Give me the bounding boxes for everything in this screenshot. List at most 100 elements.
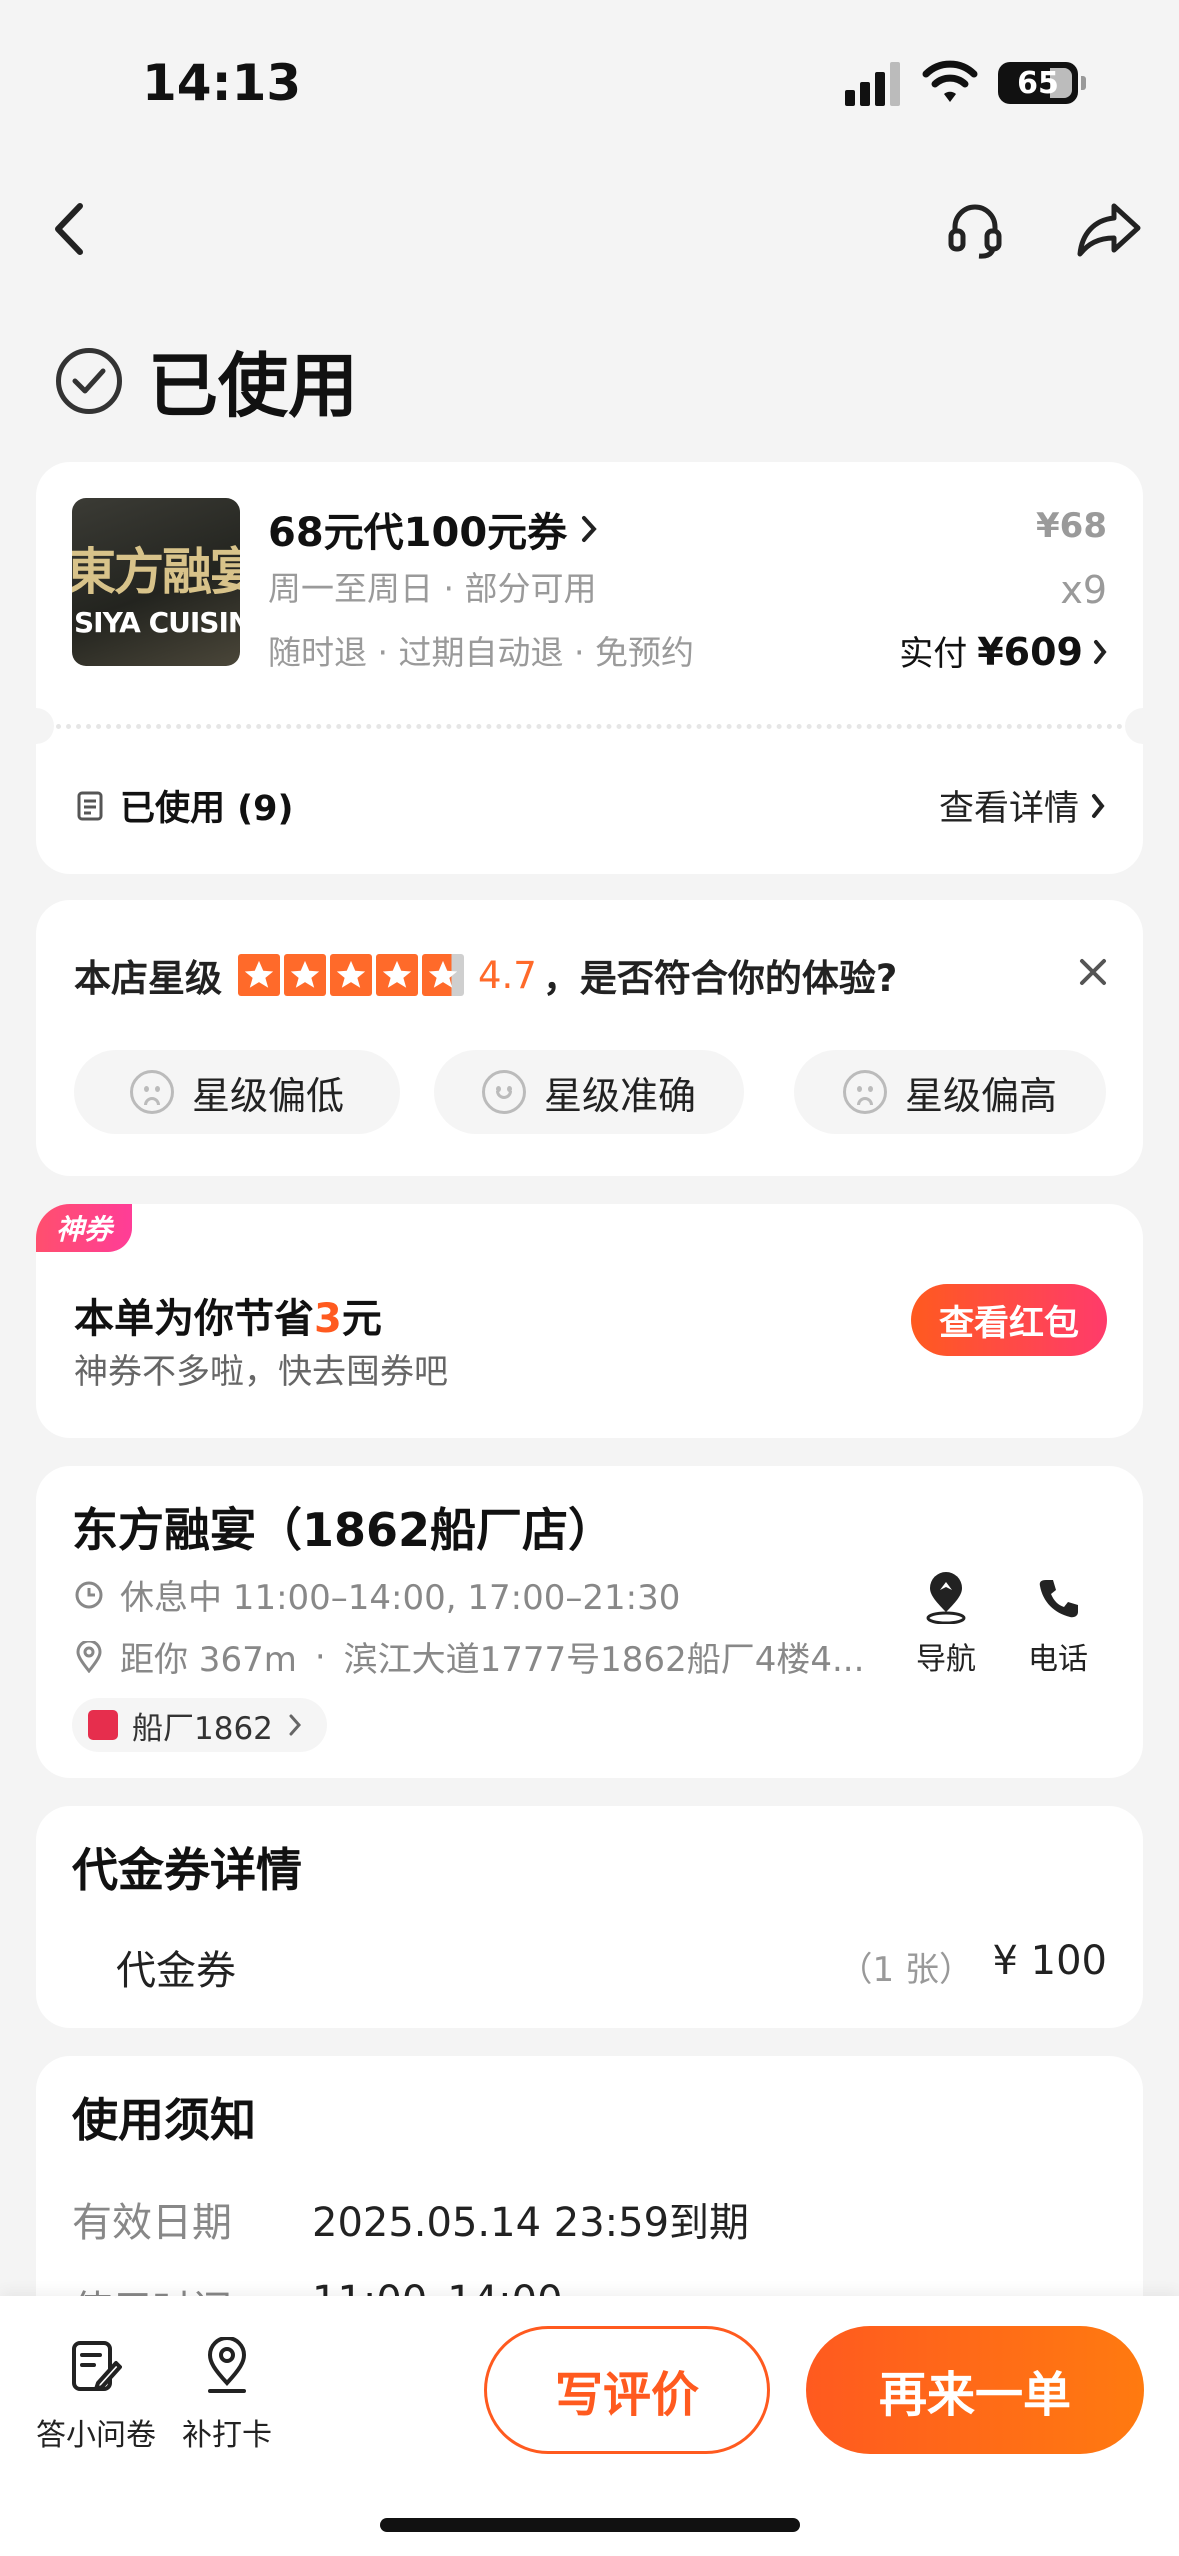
store-name: 东方融宴（1862船厂店） — [72, 1503, 615, 1557]
chevron-right-icon — [1092, 793, 1105, 818]
paid-amount: ¥609 — [977, 630, 1083, 674]
chevron-right-icon — [582, 516, 597, 542]
rating-feedback-card: 本店星级 4.7 ，是否符合你的体验? 星级偏低 星级准确 星级偏高 — [36, 900, 1143, 1176]
star-icon — [376, 954, 418, 996]
voucher-item-amount: ¥ 100 — [992, 1938, 1107, 1984]
rating-low-label: 星级偏低 — [191, 1073, 344, 1118]
used-label: 已使用 (9) — [120, 789, 294, 829]
chevron-right-icon — [289, 1714, 301, 1736]
reorder-button[interactable]: 再来一单 — [806, 2326, 1144, 2454]
document-icon — [77, 791, 103, 820]
clock-icon — [72, 1578, 106, 1612]
navigate-label: 导航 — [916, 1642, 976, 1677]
savings-title: 本单为你节省3元 — [74, 1286, 382, 1344]
star-icon — [284, 954, 326, 996]
rating-high-button[interactable]: 星级偏高 — [794, 1050, 1106, 1134]
star-icon — [238, 954, 280, 996]
back-icon[interactable] — [44, 196, 94, 262]
voucher-item-name: 代金券 — [116, 1948, 236, 1994]
store-address: 距你 367m · 滨江大道1777号1862船厂4楼4... — [72, 1632, 864, 1681]
order-status-heading: 已使用 — [56, 330, 358, 431]
store-thumbnail[interactable]: 東方融宴 SIYA CUISINE — [72, 498, 240, 666]
thumbnail-logo-text: 東方融宴 — [72, 542, 240, 601]
checkin-label: 补打卡 — [182, 2418, 272, 2453]
checkin-button[interactable]: 补打卡 — [182, 2336, 272, 2454]
rating-low-button[interactable]: 星级偏低 — [74, 1050, 400, 1134]
store-address-text: 滨江大道1777号1862船厂4楼4... — [343, 1640, 865, 1680]
share-icon[interactable] — [1072, 196, 1146, 262]
view-red-packet-button[interactable]: 查看红包 — [911, 1284, 1107, 1356]
rating-accurate-label: 星级准确 — [543, 1073, 696, 1118]
rating-high-label: 星级偏高 — [904, 1073, 1057, 1118]
location-pin-icon — [72, 1640, 106, 1674]
thumbnail-logo-subtext: SIYA CUISINE — [74, 606, 240, 639]
quantity: x9 — [1060, 568, 1107, 612]
navigate-button[interactable]: 导航 — [898, 1572, 994, 1678]
sad-face-icon — [129, 1070, 174, 1114]
survey-button[interactable]: 答小问卷 — [36, 2336, 156, 2454]
view-details-link[interactable]: 查看详情 — [939, 780, 1105, 831]
customer-service-icon[interactable] — [940, 196, 1010, 262]
voucher-item-qty: （1 张） — [838, 1950, 973, 1990]
battery-level: 65 — [1017, 65, 1059, 101]
ticket-notch — [1125, 708, 1161, 744]
location-checkin-icon — [202, 2336, 252, 2398]
call-label: 电话 — [1028, 1642, 1088, 1677]
bottom-action-bar: 答小问卷 补打卡 写评价 再来一单 — [0, 2296, 1179, 2556]
star-icon — [330, 954, 372, 996]
savings-amount: 3 — [314, 1296, 342, 1342]
page-title: 已使用 — [148, 345, 358, 427]
product-policies: 随时退 · 过期自动退 · 免预约 — [268, 633, 694, 672]
coupon-savings-card: 神券 本单为你节省3元 神券不多啦，快去囤券吧 查看红包 — [36, 1204, 1143, 1438]
star-rating — [238, 954, 468, 996]
smile-face-icon — [481, 1070, 526, 1114]
battery-icon: 65 — [998, 62, 1086, 104]
store-hours: 休息中 11:00–14:00, 17:00–21:30 — [72, 1570, 680, 1619]
rating-question: ，是否符合你的体验? — [542, 957, 898, 1000]
notice-value: 2025.05.14 23:59到期 — [312, 2200, 750, 2246]
voucher-detail-card: 代金券详情 代金券 （1 张） ¥ 100 — [36, 1806, 1143, 2028]
rating-score: 4.7 — [478, 953, 537, 997]
product-title: 68元代100元券 — [268, 510, 568, 556]
phone-icon — [1036, 1572, 1080, 1624]
shopping-bag-icon — [88, 1710, 118, 1740]
mall-name: 船厂1862 — [132, 1710, 273, 1747]
usage-notice-title: 使用须知 — [72, 2093, 256, 2147]
mall-tag[interactable]: 船厂1862 — [72, 1698, 327, 1752]
paid-amount-link[interactable]: 实付 ¥609 — [899, 626, 1107, 675]
store-hours-text: 休息中 11:00–14:00, 17:00–21:30 — [120, 1578, 681, 1618]
status-time: 14:13 — [142, 54, 302, 112]
separator-dot: · — [314, 1636, 326, 1677]
close-icon[interactable] — [1071, 950, 1115, 994]
ticket-notch — [18, 708, 54, 744]
write-review-button[interactable]: 写评价 — [484, 2326, 770, 2454]
product-availability: 周一至周日 · 部分可用 — [268, 569, 597, 608]
order-card: 東方融宴 SIYA CUISINE 68元代100元券 周一至周日 · 部分可用… — [18, 462, 1161, 874]
voucher-detail-title: 代金券详情 — [72, 1843, 302, 1897]
divider — [36, 724, 1143, 729]
savings-suffix: 元 — [341, 1296, 382, 1342]
paid-label: 实付 — [899, 634, 968, 674]
view-details-label: 查看详情 — [938, 789, 1079, 829]
call-button[interactable]: 电话 — [1010, 1572, 1106, 1678]
used-count: 已使用 (9) — [76, 780, 294, 831]
half-star-icon — [422, 954, 464, 996]
home-indicator[interactable] — [380, 2518, 800, 2532]
notice-key: 有效日期 — [72, 2200, 232, 2246]
product-title-link[interactable]: 68元代100元券 — [268, 500, 597, 558]
navigation-icon — [922, 1572, 970, 1624]
status-bar: 14:13 65 — [0, 0, 1179, 150]
chevron-right-icon — [1094, 640, 1107, 664]
signal-icon — [845, 62, 903, 106]
rating-accurate-button[interactable]: 星级准确 — [434, 1050, 744, 1134]
check-circle-icon — [56, 347, 122, 414]
survey-icon — [70, 2336, 122, 2398]
store-info-card[interactable]: 东方融宴（1862船厂店） 休息中 11:00–14:00, 17:00–21:… — [36, 1466, 1143, 1778]
survey-label: 答小问卷 — [36, 2418, 156, 2453]
rating-label: 本店星级 — [74, 957, 222, 1000]
store-distance: 距你 367m — [120, 1640, 297, 1680]
unit-price: ¥68 — [1036, 506, 1107, 546]
sad-face-icon — [842, 1070, 887, 1114]
coupon-badge: 神券 — [36, 1204, 132, 1252]
savings-subtitle: 神券不多啦，快去囤券吧 — [74, 1352, 448, 1392]
